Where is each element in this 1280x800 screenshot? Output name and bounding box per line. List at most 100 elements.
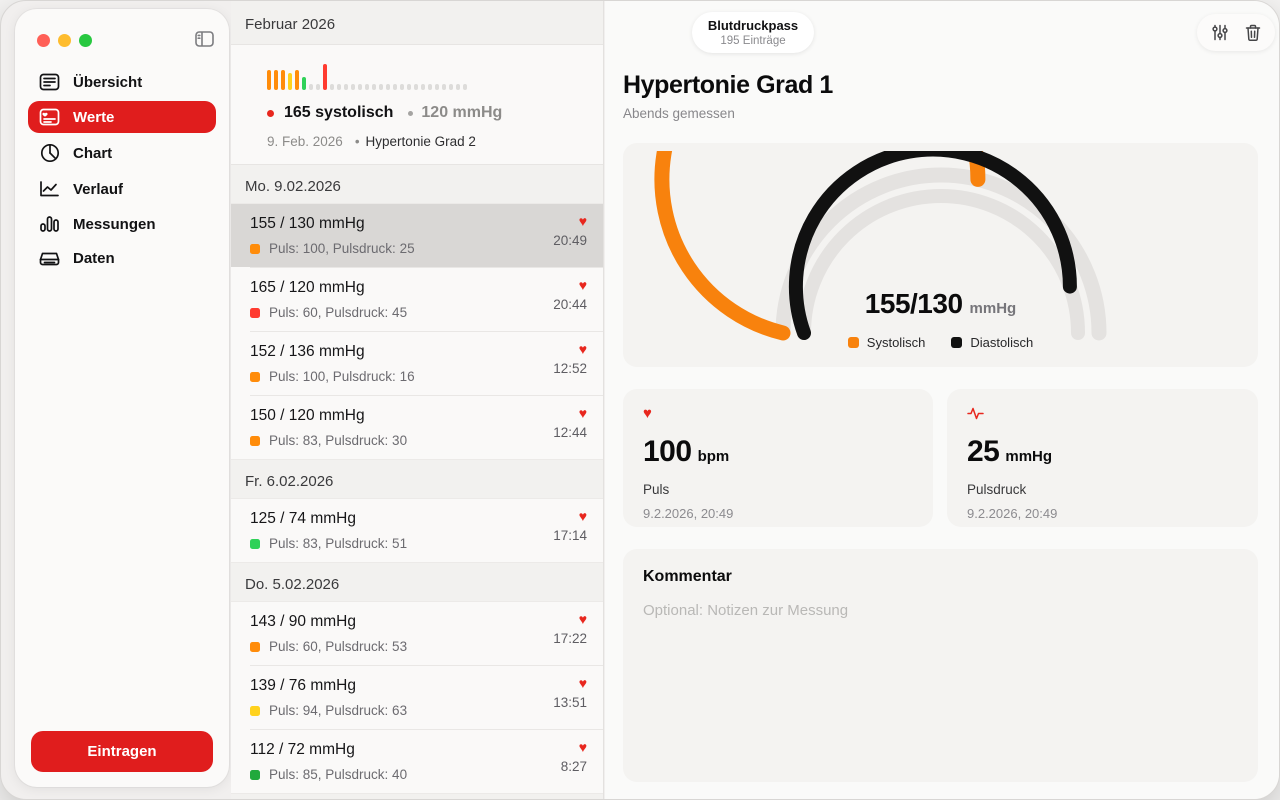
mini-bar — [435, 84, 439, 90]
row-detail-text: Puls: 100, Pulsdruck: 16 — [269, 369, 415, 384]
row-side: ♥ 20:49 — [553, 215, 587, 248]
mini-bar — [372, 84, 376, 90]
group-date-header: Fr. 6.02.2026 — [231, 460, 603, 498]
row-value: 125 / 74 mmHg — [250, 510, 407, 528]
group-rows: 125 / 74 mmHg Puls: 83, Pulsdruck: 51 ♥ … — [231, 498, 603, 563]
sidebar-item-label: Messungen — [73, 216, 156, 233]
month-summary[interactable]: 165 systolisch 120 mmHg 9. Feb. 2026 • H… — [231, 45, 603, 165]
add-entry-button[interactable]: Eintragen — [31, 731, 213, 772]
comment-input[interactable] — [643, 602, 1238, 762]
row-main: 139 / 76 mmHg Puls: 94, Pulsdruck: 63 — [250, 677, 407, 718]
gauge-legend: SystolischDiastolisch — [623, 335, 1258, 350]
sidebar-item-werte[interactable]: Werte — [28, 101, 216, 133]
measurement-row[interactable]: 165 / 120 mmHg Puls: 60, Pulsdruck: 45 ♥… — [231, 268, 603, 331]
sidebar-item-label: Daten — [73, 250, 115, 267]
mini-bar — [379, 84, 383, 90]
stat-unit: mmHg — [1005, 448, 1052, 465]
row-value: 152 / 136 mmHg — [250, 343, 415, 361]
mini-bar — [309, 84, 313, 90]
minimize-window-button[interactable] — [58, 34, 71, 47]
sidebar-item-messungen[interactable]: Messungen — [28, 208, 216, 240]
mini-bar — [386, 84, 390, 90]
line-chart-icon — [39, 180, 60, 198]
measurement-row[interactable]: 150 / 120 mmHg Puls: 83, Pulsdruck: 30 ♥… — [231, 396, 603, 459]
row-side: ♥ 20:44 — [553, 279, 587, 312]
group-rows: 143 / 90 mmHg Puls: 60, Pulsdruck: 53 ♥ … — [231, 601, 603, 794]
row-side: ♥ 17:22 — [553, 613, 587, 646]
row-main: 143 / 90 mmHg Puls: 60, Pulsdruck: 53 — [250, 613, 407, 654]
window-controls — [37, 34, 92, 47]
row-main: 165 / 120 mmHg Puls: 60, Pulsdruck: 45 — [250, 279, 407, 320]
row-side: ♥ 12:44 — [553, 407, 587, 440]
group-rows: 155 / 130 mmHg Puls: 100, Pulsdruck: 25 … — [231, 203, 603, 460]
row-detail-text: Puls: 94, Pulsdruck: 63 — [269, 703, 407, 718]
blood-pressure-gauge — [621, 151, 1261, 351]
sidebar-item-bersicht[interactable]: Übersicht — [28, 66, 216, 98]
gauge-unit: mmHg — [970, 300, 1017, 317]
heart-icon: ♥ — [579, 407, 587, 420]
stat-value: 25 — [967, 435, 999, 469]
mini-bar — [400, 84, 404, 90]
stat-timestamp: 9.2.2026, 20:49 — [643, 506, 913, 521]
measurement-row[interactable]: 155 / 130 mmHg Puls: 100, Pulsdruck: 25 … — [231, 204, 603, 267]
category-square-icon — [250, 706, 260, 716]
row-side: ♥ 12:52 — [553, 343, 587, 376]
category-square-icon — [250, 244, 260, 254]
sidebar-item-daten[interactable]: Daten — [28, 243, 216, 274]
legend-square-icon — [951, 337, 962, 348]
category-square-icon — [250, 642, 260, 652]
sidebar-item-chart[interactable]: Chart — [28, 136, 216, 170]
row-detail-text: Puls: 83, Pulsdruck: 51 — [269, 536, 407, 551]
mini-bar — [267, 70, 271, 90]
measurement-row[interactable]: 112 / 72 mmHg Puls: 85, Pulsdruck: 40 ♥ … — [231, 730, 603, 793]
mini-bar — [295, 70, 299, 90]
row-side: ♥ 13:51 — [553, 677, 587, 710]
values-icon — [39, 108, 60, 126]
sidebar-toggle-icon[interactable] — [195, 31, 214, 52]
measurement-row[interactable]: 139 / 76 mmHg Puls: 94, Pulsdruck: 63 ♥ … — [231, 666, 603, 729]
mini-bar — [442, 84, 446, 90]
stat-card-pulsdruck: 25 mmHg Pulsdruck 9.2.2026, 20:49 — [947, 389, 1258, 527]
trash-icon[interactable] — [1245, 24, 1261, 42]
mini-bar — [449, 84, 453, 90]
drive-icon — [39, 250, 60, 267]
row-main: 152 / 136 mmHg Puls: 100, Pulsdruck: 16 — [250, 343, 415, 384]
mini-bar — [274, 70, 278, 90]
category-square-icon — [250, 539, 260, 549]
mini-bar — [463, 84, 467, 90]
stat-timestamp: 9.2.2026, 20:49 — [967, 506, 1238, 521]
gauge-card: 155/130mmHg SystolischDiastolisch — [623, 143, 1258, 367]
classification-title: Hypertonie Grad 1 — [623, 71, 833, 100]
mini-bar — [351, 84, 355, 90]
measurement-row[interactable]: 152 / 136 mmHg Puls: 100, Pulsdruck: 16 … — [231, 332, 603, 395]
mini-bar — [337, 84, 341, 90]
bullet: • — [355, 134, 360, 149]
measurement-row[interactable]: 125 / 74 mmHg Puls: 83, Pulsdruck: 51 ♥ … — [231, 499, 603, 562]
close-window-button[interactable] — [37, 34, 50, 47]
row-time: 8:27 — [561, 759, 587, 774]
sidebar-item-label: Übersicht — [73, 74, 142, 91]
separator-dot-icon — [408, 111, 413, 116]
mini-bar-chart — [267, 64, 587, 90]
row-value: 150 / 120 mmHg — [250, 407, 407, 425]
measurement-row[interactable]: 143 / 90 mmHg Puls: 60, Pulsdruck: 53 ♥ … — [231, 602, 603, 665]
group-date-header: Mo. 9.02.2026 — [231, 165, 603, 203]
row-side: ♥ 8:27 — [561, 741, 587, 774]
summary-diastolic: 120 mmHg — [421, 104, 502, 122]
filters-icon[interactable] — [1212, 24, 1228, 41]
summary-classification: Hypertonie Grad 2 — [366, 134, 476, 149]
heart-icon: ♥ — [579, 677, 587, 690]
mini-bar — [302, 77, 306, 90]
sidebar-item-label: Verlauf — [73, 181, 123, 198]
zoom-window-button[interactable] — [79, 34, 92, 47]
row-time: 20:49 — [553, 233, 587, 248]
app-window: Übersicht WerteChart Verlauf Messungen Daten… — [0, 0, 1280, 800]
mini-bar — [316, 84, 320, 90]
month-header: Februar 2026 — [231, 1, 603, 45]
row-side: ♥ 17:14 — [553, 510, 587, 543]
sidebar-item-verlauf[interactable]: Verlauf — [28, 173, 216, 205]
overview-icon — [39, 73, 60, 91]
mini-bar — [407, 84, 411, 90]
sidebar: Übersicht WerteChart Verlauf Messungen Daten… — [15, 9, 229, 787]
heart-icon: ♥ — [579, 343, 587, 356]
